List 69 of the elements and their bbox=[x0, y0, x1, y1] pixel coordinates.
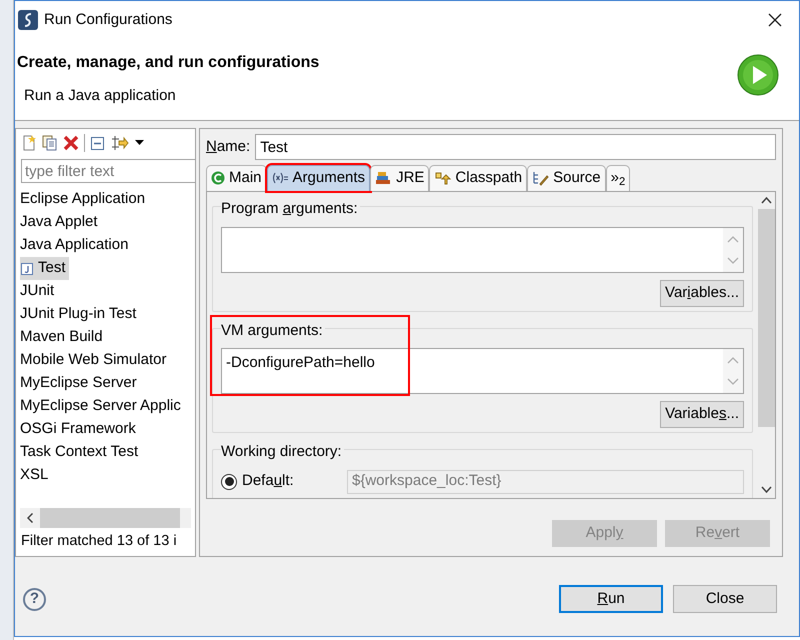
scrollbar-thumb[interactable] bbox=[758, 209, 775, 427]
help-button[interactable]: ? bbox=[23, 588, 46, 610]
variable-icon bbox=[272, 171, 289, 186]
scroll-down-icon bbox=[727, 378, 739, 386]
filter-button[interactable] bbox=[111, 134, 129, 150]
window-title: Run Configurations bbox=[44, 10, 172, 30]
radio-label: Default: bbox=[242, 471, 295, 492]
new-icon bbox=[21, 134, 37, 150]
directory-field[interactable]: ${workspace_loc:Test} bbox=[347, 470, 744, 494]
collapse-icon bbox=[90, 134, 106, 150]
name-field[interactable]: Test bbox=[255, 134, 776, 160]
group-label: VM arguments: bbox=[221, 322, 325, 338]
dropdown-icon bbox=[134, 140, 144, 145]
group-label: Working directory: bbox=[221, 443, 344, 460]
tab[interactable]: »$_{2}$ bbox=[606, 165, 630, 191]
horizontal-scrollbar[interactable] bbox=[20, 508, 191, 528]
duplicate-button[interactable] bbox=[42, 134, 58, 150]
scroll-up-icon bbox=[727, 234, 739, 242]
app-icon bbox=[18, 10, 38, 30]
scroll-down-icon bbox=[727, 256, 739, 264]
tree-item[interactable]: Java Applet bbox=[20, 211, 101, 234]
dialog-heading: Create, manage, and run configurations bbox=[17, 53, 320, 73]
delete-icon bbox=[63, 134, 79, 150]
java-file-icon bbox=[20, 262, 34, 276]
tab[interactable]: Main bbox=[206, 165, 267, 191]
filter-icon bbox=[111, 134, 129, 150]
delete-button[interactable] bbox=[63, 134, 79, 150]
tree-item[interactable]: Eclipse Application bbox=[20, 188, 148, 211]
filter-field[interactable]: type filter text bbox=[21, 159, 195, 183]
tab[interactable]: JRE bbox=[370, 165, 430, 191]
tab[interactable]: Classpath bbox=[429, 165, 528, 191]
tree-item[interactable]: MyEclipse Server Applic bbox=[20, 395, 184, 418]
tree-item[interactable]: MyEclipse Server bbox=[20, 372, 140, 395]
filter-status: Filter matched 13 of 13 i bbox=[20, 532, 178, 552]
variables-button[interactable]: Variables... bbox=[660, 280, 744, 306]
play-icon bbox=[737, 54, 779, 96]
variables-button[interactable]: Variables... bbox=[660, 401, 744, 428]
tree-item[interactable]: Java Application bbox=[20, 234, 132, 257]
tree-item[interactable]: Maven Build bbox=[20, 326, 106, 349]
tree-item[interactable]: OSGi Framework bbox=[20, 418, 139, 441]
dialog-subtitle: Run a Java application bbox=[23, 86, 177, 106]
close-button[interactable]: Close bbox=[673, 585, 777, 613]
radio-button[interactable] bbox=[221, 474, 237, 490]
text-area-value: -DconfigurePath=hello bbox=[226, 354, 375, 371]
text-area[interactable]: -DconfigurePath=hello bbox=[221, 348, 744, 394]
new-button[interactable] bbox=[21, 134, 37, 150]
tree-item[interactable]: JUnit bbox=[20, 280, 58, 303]
text-area[interactable] bbox=[221, 226, 744, 272]
folder-arrow-icon bbox=[434, 171, 452, 186]
tree-item[interactable]: XSL bbox=[20, 464, 52, 487]
name-label: Name: bbox=[206, 136, 250, 157]
run-icon bbox=[211, 171, 225, 186]
scroll-up-icon bbox=[727, 356, 739, 364]
scrollbar-thumb[interactable] bbox=[40, 508, 180, 528]
run-button[interactable]: Run bbox=[559, 585, 663, 613]
close-icon bbox=[768, 13, 782, 27]
pencil-icon bbox=[532, 171, 550, 186]
directory-value: ${workspace_loc:Test} bbox=[352, 471, 502, 492]
tab[interactable]: Source bbox=[527, 165, 606, 191]
books-icon bbox=[375, 171, 392, 186]
tree-item[interactable]: Mobile Web Simulator bbox=[20, 349, 170, 372]
tree-item[interactable]: JUnit Plug-in Test bbox=[20, 303, 140, 326]
tree-item[interactable]: Test bbox=[20, 257, 69, 280]
tree-item[interactable]: Task Context Test bbox=[20, 441, 142, 464]
collapse-button[interactable] bbox=[90, 134, 106, 150]
group-label: Program arguments: bbox=[221, 200, 360, 217]
scroll-left-icon bbox=[27, 513, 33, 523]
tab[interactable]: Arguments bbox=[266, 165, 370, 191]
duplicate-icon bbox=[42, 134, 58, 150]
